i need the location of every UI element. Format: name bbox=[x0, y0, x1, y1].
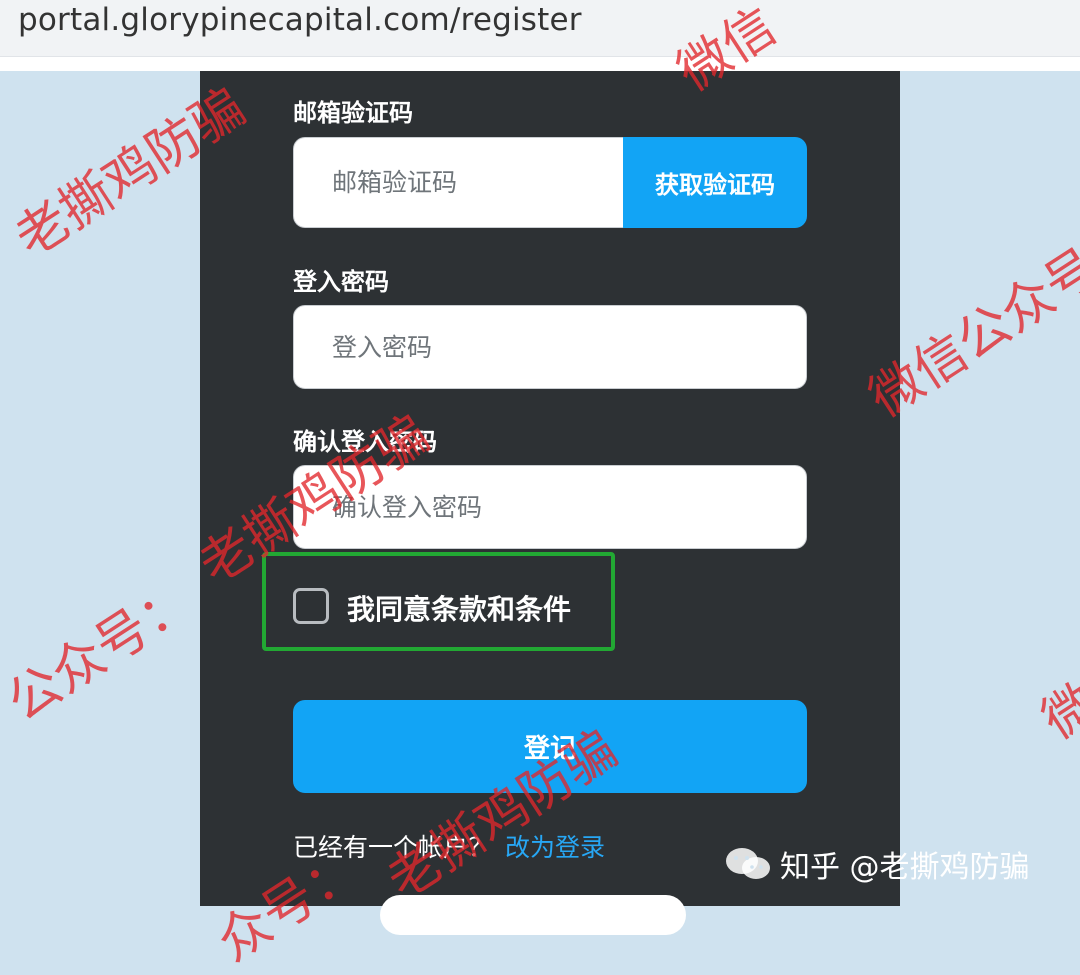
confirm-password-label: 确认登入密码 bbox=[293, 428, 437, 456]
confirm-password-input[interactable] bbox=[293, 465, 807, 549]
zhihu-watermark: 知乎 @老撕鸡防骗 bbox=[724, 842, 1030, 886]
have-account-line: 已经有一个帐户？ 改为登录 bbox=[293, 828, 605, 864]
bottom-button-partial[interactable] bbox=[380, 895, 686, 935]
browser-address-bar[interactable]: portal.glorypinecapital.com/register bbox=[0, 0, 1080, 57]
agree-checkbox[interactable] bbox=[293, 588, 329, 624]
page-top-strip bbox=[0, 57, 1080, 71]
zhihu-watermark-text: 知乎 @老撕鸡防骗 bbox=[780, 850, 1030, 885]
email-code-label: 邮箱验证码 bbox=[293, 99, 413, 127]
get-code-button[interactable]: 获取验证码 bbox=[623, 137, 807, 228]
watermark-text: 公众号： bbox=[0, 569, 205, 734]
login-link[interactable]: 改为登录 bbox=[505, 833, 605, 862]
register-button[interactable]: 登记 bbox=[293, 700, 807, 793]
password-input[interactable] bbox=[293, 305, 807, 389]
email-code-input[interactable] bbox=[293, 137, 625, 228]
wechat-icon bbox=[726, 848, 770, 879]
have-account-text: 已经有一个帐户？ bbox=[293, 833, 494, 862]
password-label: 登入密码 bbox=[293, 268, 389, 296]
url-text[interactable]: portal.glorypinecapital.com/register bbox=[18, 2, 582, 38]
watermark-text: 微 bbox=[1032, 672, 1080, 752]
agree-label[interactable]: 我同意条款和条件 bbox=[347, 588, 571, 628]
